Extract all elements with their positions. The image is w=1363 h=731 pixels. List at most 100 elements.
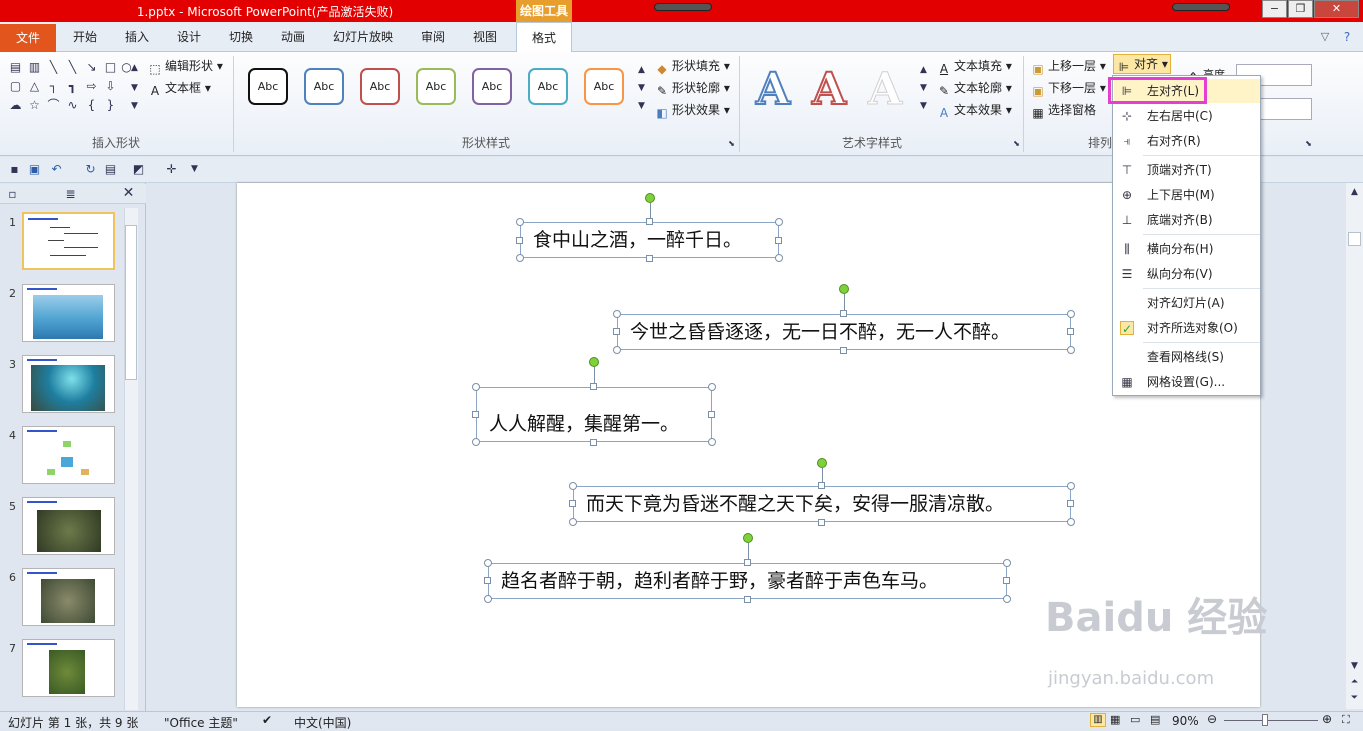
- resize-handle[interactable]: [708, 411, 715, 418]
- resize-handle[interactable]: [472, 383, 480, 391]
- triangle-shape-icon[interactable]: △: [28, 80, 41, 93]
- slide-thumbnail-6[interactable]: [22, 568, 115, 626]
- styles-scroll-down-icon[interactable]: ▼: [635, 82, 648, 95]
- menu-item-align-middle[interactable]: ⊕ 上下居中(M): [1114, 183, 1260, 207]
- slide-thumbnail-1[interactable]: [22, 212, 115, 270]
- zoom-out-icon[interactable]: ⊖: [1207, 712, 1217, 726]
- resize-handle[interactable]: [1067, 482, 1075, 490]
- slide-vertical-scrollbar[interactable]: [1346, 183, 1363, 709]
- slides-tab-icon[interactable]: ▫: [6, 188, 19, 201]
- outline-tab-icon[interactable]: ≣: [64, 188, 77, 201]
- resize-handle[interactable]: [569, 518, 577, 526]
- fit-slide-icon[interactable]: ⛶: [1342, 713, 1350, 727]
- tab-format[interactable]: 格式: [516, 22, 572, 53]
- resize-handle[interactable]: [569, 482, 577, 490]
- resize-handle[interactable]: [775, 254, 783, 262]
- shapes-scroll-up-icon[interactable]: ▲: [128, 62, 141, 75]
- spell-check-icon[interactable]: ✔: [262, 713, 272, 727]
- tab-slideshow[interactable]: 幻灯片放映: [322, 22, 404, 52]
- resize-handle[interactable]: [613, 328, 620, 335]
- slide-textbox-2[interactable]: 今世之昏昏逐逐，无一日不醉，无一人不醉。: [617, 314, 1071, 350]
- tab-insert[interactable]: 插入: [114, 22, 160, 52]
- slide-textbox-3[interactable]: 人人解醒，集醒第一。: [476, 387, 712, 442]
- zoom-in-icon[interactable]: ⊕: [1322, 712, 1332, 726]
- slide-thumbnail-7[interactable]: [22, 639, 115, 697]
- menu-item-align-to-slide[interactable]: 对齐幻灯片(A): [1114, 291, 1260, 315]
- menu-item-align-selected[interactable]: ✓ 对齐所选对象(O): [1114, 316, 1260, 340]
- align-button[interactable]: ⊫ 对齐 ▾: [1113, 54, 1171, 74]
- undo-icon[interactable]: ↶: [50, 163, 63, 176]
- resize-handle[interactable]: [484, 595, 492, 603]
- bring-forward-button[interactable]: ▣ 上移一层 ▾: [1031, 57, 1106, 76]
- rectangle-shape-icon[interactable]: □: [104, 61, 117, 74]
- resize-handle[interactable]: [840, 310, 847, 317]
- previous-slide-icon[interactable]: ⏶: [1348, 676, 1361, 689]
- scroll-down-icon[interactable]: ▼: [1348, 660, 1361, 673]
- menu-item-distribute-vertical[interactable]: ☰ 纵向分布(V): [1114, 262, 1260, 286]
- tab-transitions[interactable]: 切换: [218, 22, 264, 52]
- freeform-shape-icon[interactable]: ∿: [66, 99, 79, 112]
- resize-handle[interactable]: [484, 577, 491, 584]
- resize-handle[interactable]: [472, 411, 479, 418]
- text-effects-button[interactable]: A 文本效果 ▾: [937, 101, 1012, 120]
- shape-style-5[interactable]: Abc: [472, 68, 512, 105]
- shape-outline-button[interactable]: ✎ 形状轮廓 ▾: [655, 79, 730, 98]
- menu-item-align-right[interactable]: ⫣ 右对齐(R): [1114, 129, 1260, 153]
- wordart-style-3[interactable]: A: [867, 64, 902, 116]
- resize-handle[interactable]: [818, 482, 825, 489]
- tab-animations[interactable]: 动画: [270, 22, 316, 52]
- reading-view-icon[interactable]: ▭: [1130, 713, 1140, 726]
- shapes-scroll-down-icon[interactable]: ▼: [128, 82, 141, 95]
- resize-handle[interactable]: [613, 346, 621, 354]
- size-dialog-launcher-icon[interactable]: ⬊: [1302, 137, 1315, 150]
- curve-shape-icon[interactable]: ⌒: [47, 99, 60, 112]
- rotate-handle[interactable]: [589, 357, 599, 367]
- resize-handle[interactable]: [1067, 518, 1075, 526]
- menu-item-grid-settings[interactable]: ▦ 网格设置(G)...: [1114, 370, 1260, 394]
- resize-handle[interactable]: [744, 559, 751, 566]
- resize-handle[interactable]: [744, 596, 751, 603]
- slideshow-icon[interactable]: ▤: [104, 163, 117, 176]
- resize-handle[interactable]: [590, 383, 597, 390]
- resize-handle[interactable]: [840, 347, 847, 354]
- resize-handle[interactable]: [775, 218, 783, 226]
- resize-handle[interactable]: [1067, 346, 1075, 354]
- line-shape-icon[interactable]: ╲: [47, 61, 60, 74]
- customize-qat-icon[interactable]: ▼: [188, 163, 201, 176]
- resize-handle[interactable]: [590, 439, 597, 446]
- normal-view-icon[interactable]: ▥: [1090, 713, 1106, 727]
- resize-handle[interactable]: [1067, 328, 1074, 335]
- panel-close-icon[interactable]: ✕: [122, 186, 135, 200]
- styles-more-icon[interactable]: ▼: [635, 100, 648, 113]
- resize-handle[interactable]: [818, 519, 825, 526]
- shape-fill-button[interactable]: ◆ 形状填充 ▾: [655, 57, 729, 76]
- selection-pane-button[interactable]: ▦ 选择窗格: [1031, 101, 1096, 120]
- rotate-handle[interactable]: [817, 458, 827, 468]
- text-outline-button[interactable]: ✎ 文本轮廓 ▾: [937, 79, 1012, 98]
- panel-scroll-thumb[interactable]: [125, 225, 137, 380]
- save-icon[interactable]: ▣: [28, 163, 41, 176]
- resize-handle[interactable]: [708, 383, 716, 391]
- resize-handle[interactable]: [472, 438, 480, 446]
- right-arrow-shape-icon[interactable]: ⇨: [85, 80, 98, 93]
- shape-style-4[interactable]: Abc: [416, 68, 456, 105]
- resize-handle[interactable]: [516, 254, 524, 262]
- menu-item-distribute-horizontal[interactable]: ⫼ 横向分布(H): [1114, 237, 1260, 261]
- sorter-view-icon[interactable]: ▦: [1110, 713, 1120, 726]
- down-arrow-shape-icon[interactable]: ⇩: [104, 80, 117, 93]
- wordart-style-1[interactable]: A: [755, 63, 791, 116]
- textbox-shape-icon[interactable]: ▤: [9, 61, 22, 74]
- zoom-slider[interactable]: [1224, 720, 1318, 721]
- slide-thumbnail-2[interactable]: [22, 284, 115, 342]
- resize-handle[interactable]: [775, 237, 782, 244]
- next-slide-icon[interactable]: ⏷: [1348, 692, 1361, 705]
- slide-textbox-1[interactable]: 食中山之酒，一醉千日。: [520, 222, 779, 258]
- resize-handle[interactable]: [1003, 559, 1011, 567]
- wordart-scroll-up-icon[interactable]: ▲: [917, 64, 930, 77]
- elbow-arrow-shape-icon[interactable]: ┓: [66, 80, 79, 93]
- elbow-connector-shape-icon[interactable]: ┐: [47, 80, 60, 93]
- tab-design[interactable]: 设计: [166, 22, 212, 52]
- resize-handle[interactable]: [1003, 577, 1010, 584]
- slide-thumbnail-3[interactable]: [22, 355, 115, 413]
- resize-handle[interactable]: [516, 237, 523, 244]
